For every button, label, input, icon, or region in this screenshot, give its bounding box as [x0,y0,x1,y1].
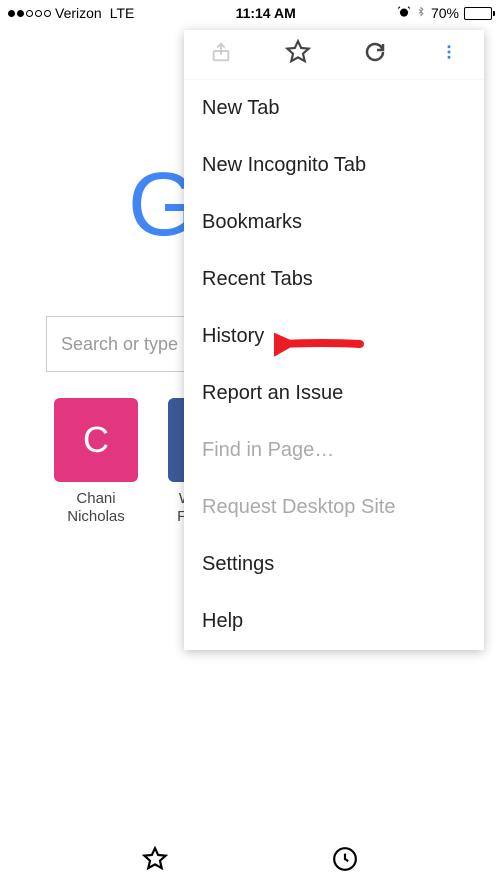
menu-item-help[interactable]: Help [202,593,466,650]
menu-item-recent-tabs[interactable]: Recent Tabs [202,251,466,308]
menu-item-new-incognito[interactable]: New Incognito Tab [202,137,466,194]
more-icon[interactable] [440,43,458,66]
status-bar: Verizon LTE 11:14 AM 70% [0,0,500,26]
overflow-menu: New Tab New Incognito Tab Bookmarks Rece… [184,30,484,650]
status-right: 70% [397,4,492,22]
star-icon[interactable] [142,846,168,877]
history-icon[interactable] [332,846,358,877]
menu-item-request-desktop: Request Desktop Site [202,479,466,536]
battery-icon [464,7,492,20]
bookmark-star-icon[interactable] [285,39,311,70]
status-left: Verizon LTE [8,5,134,21]
alarm-icon [397,5,411,22]
share-icon[interactable] [210,41,232,68]
network-label: LTE [110,5,135,21]
bookmark-label: Nicholas [67,508,125,525]
carrier-label: Verizon [55,5,102,21]
signal-strength-icon [8,10,51,17]
menu-item-bookmarks[interactable]: Bookmarks [202,194,466,251]
menu-toolbar [184,30,484,80]
bookmark-thumb: C [54,398,138,482]
menu-items: New Tab New Incognito Tab Bookmarks Rece… [184,80,484,650]
menu-item-settings[interactable]: Settings [202,536,466,593]
battery-pct: 70% [431,5,459,21]
bluetooth-icon [416,4,426,22]
reload-icon[interactable] [363,40,387,69]
bottom-toolbar [0,833,500,889]
bookmark-label: Chani [76,490,115,507]
clock: 11:14 AM [236,5,296,21]
menu-item-history[interactable]: History [202,308,466,365]
menu-item-new-tab[interactable]: New Tab [202,80,466,137]
menu-item-find-in-page: Find in Page… [202,422,466,479]
bookmark-tile[interactable]: C Chani Nicholas [54,398,138,526]
menu-item-report-issue[interactable]: Report an Issue [202,365,466,422]
